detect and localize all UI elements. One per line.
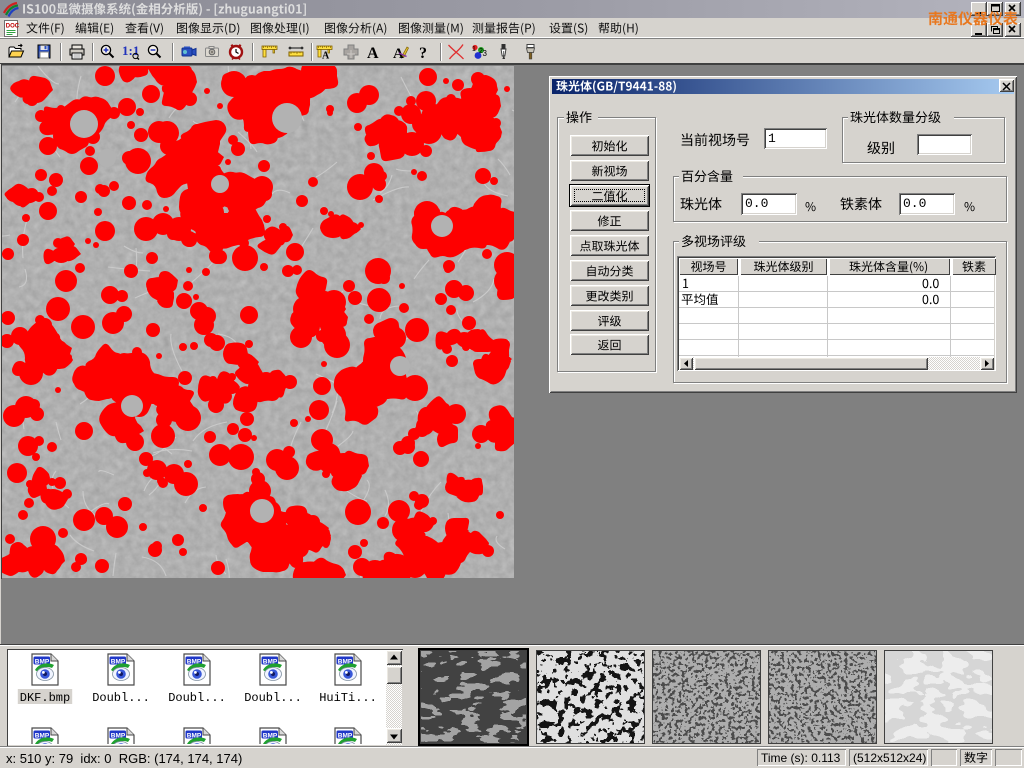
- svg-text:?: ?: [419, 45, 427, 62]
- svg-text:DKF.bmp: DKF.bmp: [20, 691, 70, 705]
- svg-text:1: 1: [472, 46, 476, 53]
- svg-text:A: A: [322, 51, 330, 62]
- svg-text:1:1: 1:1: [122, 43, 139, 58]
- svg-text:Doubl...: Doubl...: [92, 691, 150, 705]
- svg-text:HuiTi...: HuiTi...: [319, 691, 377, 705]
- svg-text:Doubl...: Doubl...: [244, 691, 302, 705]
- svg-text:A: A: [367, 45, 379, 62]
- svg-text:Doubl...: Doubl...: [168, 691, 226, 705]
- svg-text:3: 3: [483, 49, 488, 58]
